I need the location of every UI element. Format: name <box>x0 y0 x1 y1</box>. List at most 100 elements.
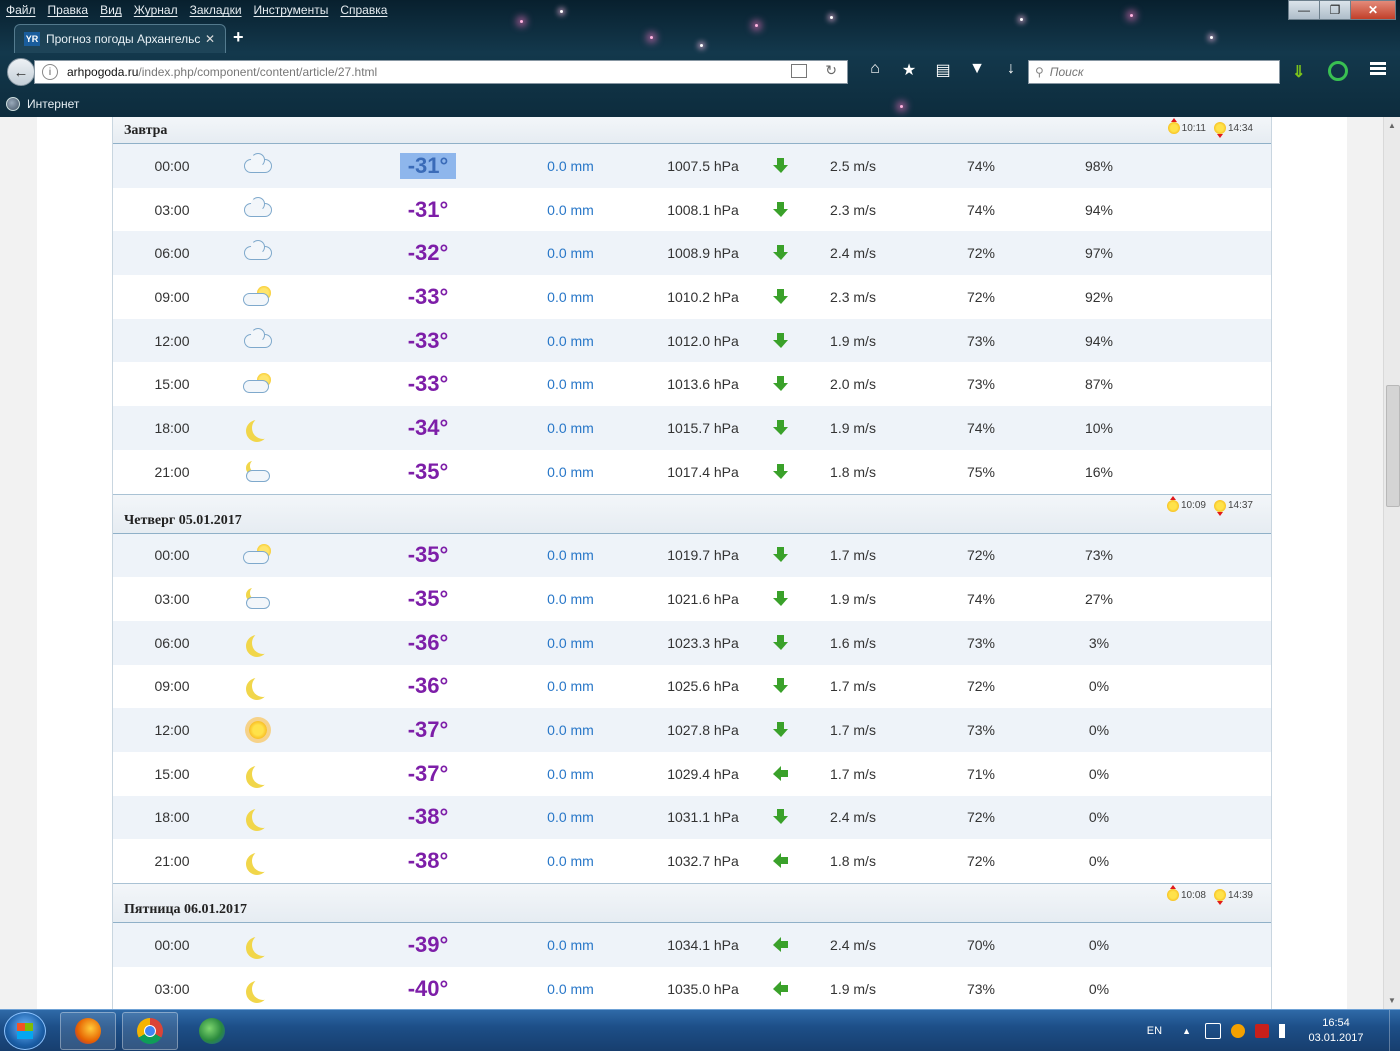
temperature: -33° <box>383 362 473 406</box>
volume-icon[interactable] <box>1279 1023 1291 1038</box>
wind-direction-arrow-icon <box>763 534 799 578</box>
downloads-icon[interactable]: ↓ <box>994 60 1028 80</box>
forecast-time: 21:00 <box>154 853 190 870</box>
temperature-value: -34° <box>407 414 449 440</box>
day-header: Пятница 06.01.2017 10:08 14:39 <box>113 883 1271 923</box>
system-tray: EN ▲ 16:54 03.01.2017 <box>1147 1010 1400 1051</box>
tab-close-icon[interactable]: ✕ <box>205 32 215 46</box>
minimize-button[interactable]: — <box>1288 0 1320 20</box>
forecast-time: 00:00 <box>154 547 190 564</box>
bookmark-internet[interactable]: Интернет <box>27 97 79 111</box>
pocket-icon[interactable]: ▼ <box>960 60 994 80</box>
temperature-value: -38° <box>407 848 449 874</box>
keyboard-layout-icon[interactable] <box>1255 1023 1269 1038</box>
search-bar[interactable]: ⚲ <box>1028 60 1280 84</box>
new-tab-plus-icon[interactable]: + <box>233 27 244 48</box>
menu-help[interactable]: Справка <box>334 0 393 20</box>
forecast-time: 06:00 <box>154 245 190 262</box>
humidity: 72% <box>966 288 996 305</box>
info-icon[interactable]: i <box>42 64 58 80</box>
url-domain: arhpogoda.ru <box>67 65 139 79</box>
humidity: 72% <box>966 678 996 695</box>
menu-tools[interactable]: Инструменты <box>248 0 335 20</box>
navigation-bar: ← i arhpogoda.ru/index.php/component/con… <box>0 58 1400 86</box>
url-text: arhpogoda.ru/index.php/component/content… <box>67 65 377 79</box>
tray-expand-icon[interactable]: ▲ <box>1182 1026 1191 1036</box>
menu-view[interactable]: Вид <box>94 0 128 20</box>
sunrise-icon <box>1166 495 1179 512</box>
menu-file[interactable]: Файл <box>0 0 42 20</box>
precipitation: 0.0 mm <box>547 201 594 218</box>
background-star <box>520 20 523 23</box>
wind-speed: 2.5 m/s <box>830 157 876 174</box>
humidity: 72% <box>966 245 996 262</box>
wind-speed: 1.8 m/s <box>830 853 876 870</box>
background-star <box>755 24 758 27</box>
taskbar-globe-app[interactable] <box>184 1012 240 1050</box>
background-star <box>830 16 833 19</box>
bookmarks-bar: Интернет <box>0 94 79 114</box>
hamburger-menu-icon[interactable] <box>1370 62 1386 65</box>
wind-direction-arrow-icon <box>763 621 799 665</box>
humidity: 72% <box>966 853 996 870</box>
taskbar-firefox[interactable] <box>60 1012 116 1050</box>
wind-speed: 1.7 m/s <box>830 678 876 695</box>
cloudiness: 10% <box>1084 419 1114 436</box>
url-bar[interactable]: i arhpogoda.ru/index.php/component/conte… <box>34 60 848 84</box>
wind-direction-arrow-icon <box>763 188 799 232</box>
temperature-value: -33° <box>407 327 449 353</box>
back-button[interactable]: ← <box>7 58 35 86</box>
temperature-value: -38° <box>407 804 449 830</box>
network-icon[interactable] <box>1205 1022 1221 1039</box>
moon-icon <box>233 621 283 665</box>
green-extension-icon[interactable] <box>1328 61 1348 81</box>
cloudiness: 98% <box>1084 157 1114 174</box>
wind-direction-arrow-icon <box>763 406 799 450</box>
home-icon[interactable]: ⌂ <box>858 60 892 80</box>
library-icon[interactable]: ▤ <box>926 60 960 80</box>
scroll-down-icon[interactable]: ▼ <box>1388 996 1396 1005</box>
temperature: -35° <box>383 534 473 578</box>
sunset-icon <box>1213 122 1226 138</box>
precipitation: 0.0 mm <box>547 722 594 739</box>
precipitation: 0.0 mm <box>547 288 594 305</box>
partly-cloudy-icon <box>233 275 283 319</box>
menu-edit[interactable]: Правка <box>42 0 95 20</box>
show-desktop-button[interactable] <box>1389 1010 1400 1051</box>
download-extension-icon[interactable]: ⇓ <box>1292 62 1305 82</box>
temperature: -36° <box>383 621 473 665</box>
pressure: 1025.6 hPa <box>667 678 739 695</box>
scrollbar-thumb[interactable] <box>1386 385 1400 507</box>
forecast-row: 21:00 -35° 0.0 mm 1017.4 hPa 1.8 m/s 75% 16% <box>113 450 1271 494</box>
browser-tab[interactable]: YR Прогноз погоды Архангельск ✕ <box>14 24 226 53</box>
reload-icon[interactable]: ↻ <box>825 62 837 79</box>
start-button[interactable] <box>4 1012 46 1050</box>
language-indicator[interactable]: EN <box>1147 1025 1162 1037</box>
forecast-row: 03:00 -40° 0.0 mm 1035.0 hPa 1.9 m/s 73% 0% <box>113 967 1271 1009</box>
sunset-icon <box>1213 889 1226 905</box>
forecast-time: 12:00 <box>154 332 190 349</box>
tab-title: Прогноз погоды Архангельск <box>46 32 201 46</box>
scroll-up-icon[interactable]: ▲ <box>1388 121 1396 130</box>
forecast-time: 15:00 <box>154 376 190 393</box>
bookmark-star-icon[interactable]: ★ <box>892 60 926 80</box>
browser-chrome: Файл Правка Вид Журнал Закладки Инструме… <box>0 0 1400 117</box>
wind-direction-arrow-icon <box>763 319 799 363</box>
clock[interactable]: 16:54 03.01.2017 <box>1301 1016 1371 1046</box>
temperature-value: -31° <box>407 196 449 222</box>
wind-speed: 2.4 m/s <box>830 936 876 953</box>
forecast-row: 09:00 -33° 0.0 mm 1010.2 hPa 2.3 m/s 72% 92% <box>113 275 1271 319</box>
menu-bookmarks[interactable]: Закладки <box>184 0 248 20</box>
background-star <box>1210 36 1213 39</box>
vertical-scrollbar[interactable]: ▲ ▼ <box>1383 117 1400 1009</box>
wind-speed: 2.3 m/s <box>830 288 876 305</box>
restore-button[interactable]: ❐ <box>1319 0 1351 20</box>
precipitation: 0.0 mm <box>547 419 594 436</box>
menu-history[interactable]: Журнал <box>128 0 184 20</box>
reader-view-icon[interactable] <box>791 64 807 78</box>
search-input[interactable] <box>1047 64 1252 80</box>
update-icon[interactable] <box>1231 1023 1245 1038</box>
taskbar-chrome[interactable] <box>122 1012 178 1050</box>
cloudiness: 16% <box>1084 463 1114 480</box>
close-window-button[interactable]: ✕ <box>1350 0 1396 20</box>
